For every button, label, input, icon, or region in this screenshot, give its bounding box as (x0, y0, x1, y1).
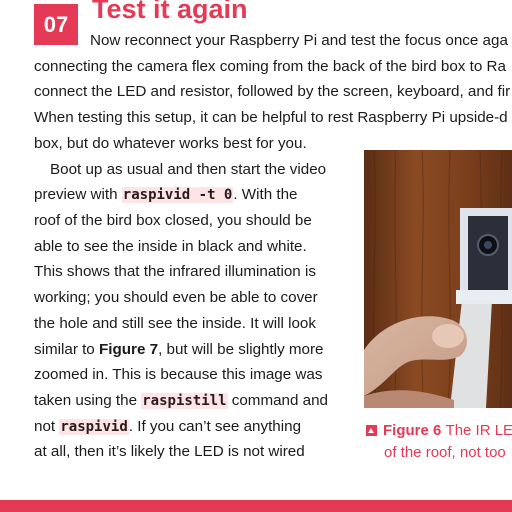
figure-6-caption-line-2: of the roof, not too (384, 444, 506, 461)
intro-line-1: Now reconnect your Raspberry Pi and test… (90, 32, 508, 49)
section-heading: Test it again (92, 0, 248, 24)
body-line-6: working; you should even be able to cove… (34, 289, 318, 306)
intro-line-5: box, but do whatever works best for you. (34, 135, 307, 152)
body-line-4: able to see the inside in black and whit… (34, 238, 307, 255)
body-line-1: Boot up as usual and then start the vide… (50, 161, 327, 178)
body-line-5: This shows that the infrared illuminatio… (34, 263, 316, 280)
figure-6-caption-line-1: Figure 6 The IR LE (366, 421, 512, 441)
body-line-11: not raspivid. If you can’t see anything (34, 418, 302, 435)
inline-code-raspivid-t0: raspivid -t 0 (121, 187, 234, 203)
body-line-8: similar to Figure 7, but will be slightl… (34, 341, 324, 358)
body-line-7: the hole and still see the inside. It wi… (34, 315, 316, 332)
triangle-up-icon (366, 424, 377, 436)
step-number-badge: 07 (34, 4, 78, 45)
body-line-2: preview with raspivid -t 0. With the (34, 186, 298, 203)
body-line-3: roof of the bird box closed, you should … (34, 212, 312, 229)
inline-code-raspistill: raspistill (141, 393, 228, 409)
inline-code-raspivid: raspivid (59, 419, 129, 435)
figure-6-photo (364, 150, 512, 408)
body-line-9: zoomed in. This is because this image wa… (34, 366, 323, 383)
body-line-10: taken using the raspistill command and (34, 392, 328, 409)
intro-line-2: connecting the camera flex coming from t… (34, 58, 506, 75)
figure-7-reference: Figure 7 (98, 341, 159, 358)
intro-line-3: connect the LED and resistor, followed b… (34, 83, 511, 100)
intro-line-4: When testing this setup, it can be helpf… (34, 109, 508, 126)
body-line-12: at all, then it’s likely the LED is not … (34, 443, 305, 460)
page-bottom-bar (0, 500, 512, 512)
